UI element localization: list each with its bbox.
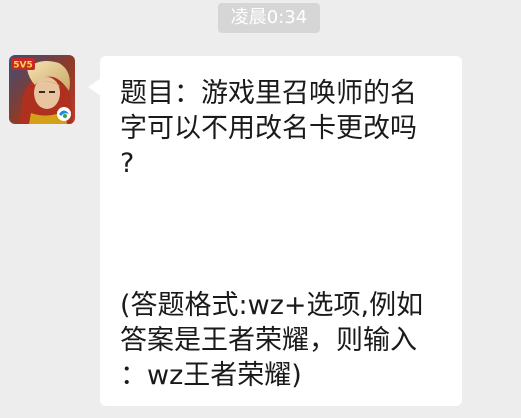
- question-line: ?: [120, 148, 135, 179]
- question-line: 字可以不用改名卡更改吗: [120, 113, 417, 144]
- timestamp-label: 凌晨0:34: [218, 3, 320, 33]
- instruction-line: 答案是王者荣耀，则输入: [120, 325, 417, 356]
- instruction-line: ：wz王者荣耀): [120, 360, 302, 391]
- instruction-line: (答题格式:wz+选项,例如: [120, 290, 424, 321]
- instruction-text: (答题格式:wz+选项,例如 答案是王者荣耀，则输入 ：wz王者荣耀): [120, 288, 440, 393]
- question-line: 题目：游戏里召唤师的名: [120, 78, 417, 109]
- sender-avatar[interactable]: 5V5: [9, 55, 75, 124]
- avatar-badge: 5V5: [13, 61, 33, 71]
- question-text: 题目：游戏里召唤师的名 字可以不用改名卡更改吗 ?: [120, 76, 440, 181]
- game-hero-avatar-icon: 5V5: [9, 55, 75, 124]
